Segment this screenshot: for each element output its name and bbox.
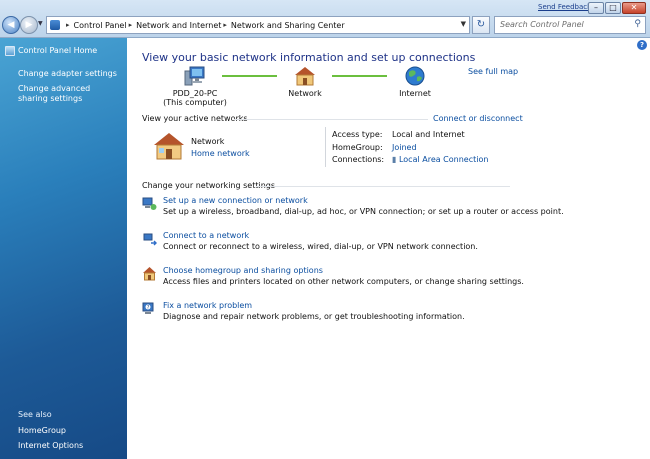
see-also-heading: See also — [18, 410, 52, 419]
troubleshoot-icon: ? — [142, 302, 154, 314]
sidebar-internet-options[interactable]: Internet Options — [18, 441, 83, 451]
sidebar: Control Panel Home Change adapter settin… — [0, 38, 127, 459]
recent-pages-dropdown[interactable]: ▼ — [38, 20, 43, 27]
task-title[interactable]: Set up a new connection or network — [163, 196, 308, 205]
back-button[interactable]: ◀ — [2, 16, 20, 34]
active-network-name: Network — [191, 137, 225, 146]
refresh-button[interactable]: ↻ — [472, 16, 490, 34]
address-bar[interactable]: ▸ Control Panel ▸ Network and Internet ▸… — [46, 16, 470, 34]
ethernet-icon: ▮ — [392, 155, 397, 164]
address-dropdown-icon[interactable]: ▼ — [461, 20, 466, 28]
task-description: Diagnose and repair network problems, or… — [163, 312, 465, 321]
task-description: Connect or reconnect to a wireless, wire… — [163, 242, 478, 251]
see-full-map-link[interactable]: See full map — [468, 67, 518, 76]
breadcrumb-control-panel[interactable]: Control Panel — [74, 21, 127, 30]
details-divider — [325, 127, 326, 167]
svg-text:?: ? — [147, 305, 150, 311]
homegroup-joined-link[interactable]: Joined — [392, 143, 417, 152]
send-feedback-link[interactable]: Send Feedback — [538, 3, 591, 11]
title-bar: Send Feedback – □ ✕ ◀ ▶ ▼ ▸ Control Pane… — [0, 0, 650, 38]
breadcrumb-network-and-internet[interactable]: Network and Internet — [136, 21, 221, 30]
section-divider — [256, 186, 510, 187]
control-panel-home-icon — [5, 46, 15, 56]
minimize-button[interactable]: – — [588, 2, 604, 14]
map-internet[interactable]: Internet — [390, 66, 440, 98]
close-button[interactable]: ✕ — [622, 2, 646, 14]
maximize-button[interactable]: □ — [605, 2, 621, 14]
map-internet-label: Internet — [399, 89, 431, 98]
home-network-link[interactable]: Home network — [191, 149, 250, 158]
connections-row: Connections: ▮ Local Area Connection — [332, 155, 489, 164]
local-area-connection-link[interactable]: Local Area Connection — [399, 155, 489, 164]
chevron-right-icon[interactable]: ▸ — [129, 21, 133, 29]
map-link-line — [332, 75, 387, 77]
task-title[interactable]: Choose homegroup and sharing options — [163, 266, 323, 275]
network-setup-icon — [142, 197, 157, 210]
task-description: Access files and printers located on oth… — [163, 277, 524, 286]
access-type-row: Access type: Local and Internet — [332, 130, 465, 139]
task-title[interactable]: Connect to a network — [163, 231, 249, 240]
map-computer[interactable]: PDD_20-PC (This computer) — [160, 66, 230, 107]
breadcrumb-network-and-sharing-center[interactable]: Network and Sharing Center — [231, 21, 345, 30]
section-divider — [234, 119, 428, 120]
task-title[interactable]: Fix a network problem — [163, 301, 252, 310]
homegroup-row: HomeGroup: Joined — [332, 143, 417, 152]
map-network[interactable]: Network — [280, 66, 330, 98]
help-icon[interactable]: ? — [637, 40, 647, 50]
chevron-right-icon[interactable]: ▸ — [66, 21, 70, 29]
sidebar-control-panel-home[interactable]: Control Panel Home — [18, 46, 97, 56]
active-networks-heading: View your active networks — [142, 114, 248, 123]
computer-icon — [184, 66, 205, 86]
chevron-right-icon[interactable]: ▸ — [223, 21, 227, 29]
refresh-icon: ↻ — [476, 19, 486, 30]
sidebar-change-advanced-sharing-settings[interactable]: Change advanced sharing settings — [18, 84, 122, 104]
map-network-label: Network — [288, 89, 322, 98]
house-icon — [143, 267, 156, 281]
map-link-line — [222, 75, 277, 77]
house-icon — [295, 67, 315, 86]
control-panel-icon — [50, 20, 60, 30]
connect-or-disconnect-link[interactable]: Connect or disconnect — [433, 114, 523, 123]
forward-button[interactable]: ▶ — [20, 16, 38, 34]
map-computer-name: PDD_20-PC — [172, 89, 218, 98]
sidebar-homegroup[interactable]: HomeGroup — [18, 426, 66, 436]
connect-network-icon — [143, 233, 157, 246]
house-icon — [154, 133, 184, 160]
page-title: View your basic network information and … — [142, 51, 476, 64]
map-computer-sub: (This computer) — [163, 98, 227, 107]
task-description: Set up a wireless, broadband, dial-up, a… — [163, 207, 564, 216]
sidebar-change-adapter-settings[interactable]: Change adapter settings — [18, 69, 117, 79]
search-input[interactable]: Search Control Panel ⚲ — [494, 16, 646, 34]
search-icon[interactable]: ⚲ — [634, 19, 641, 29]
globe-icon — [405, 66, 425, 86]
